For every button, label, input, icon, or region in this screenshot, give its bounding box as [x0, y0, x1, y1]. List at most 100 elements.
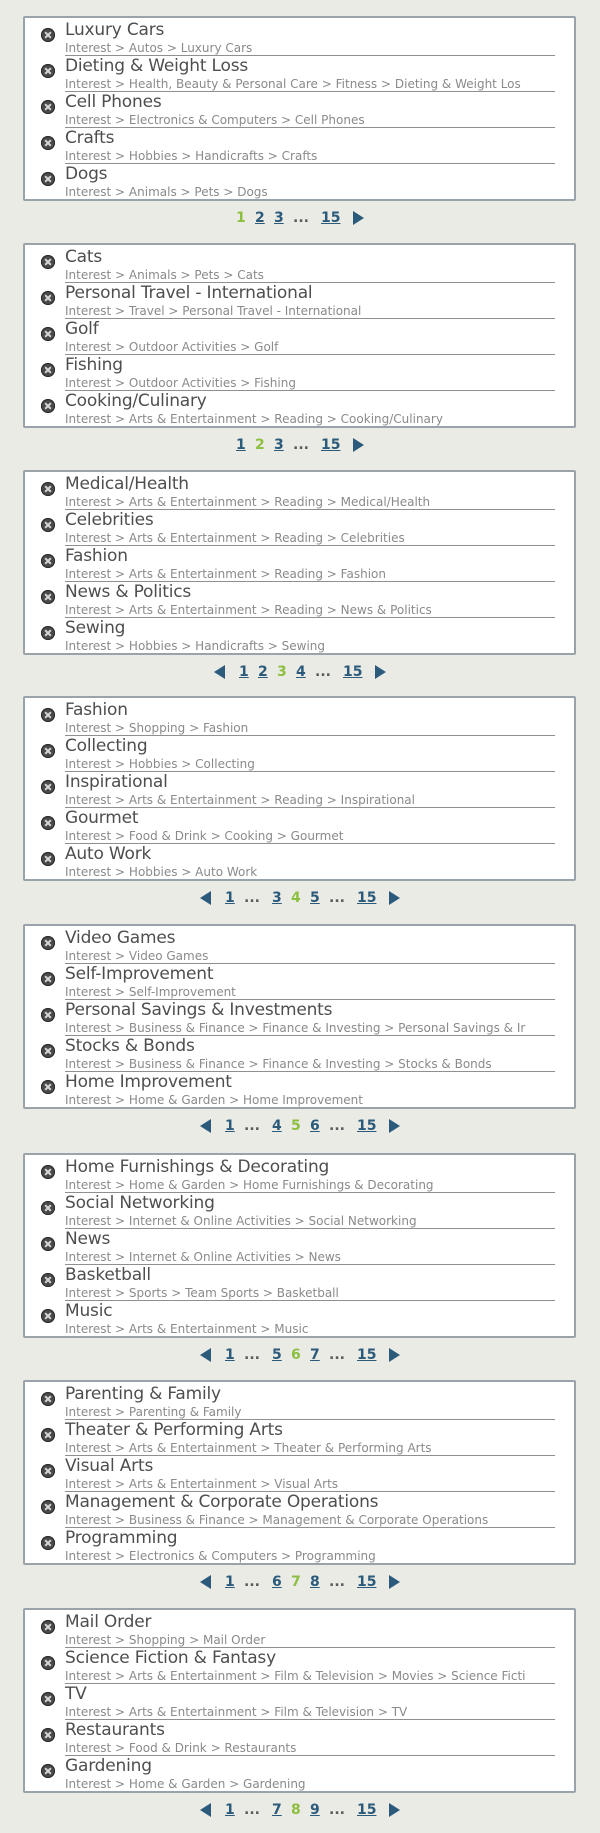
- interest-title: Self-Improvement: [65, 964, 214, 984]
- page-link[interactable]: 9: [310, 1800, 320, 1820]
- interest-title: Home Furnishings & Decorating: [65, 1157, 330, 1177]
- prev-page-arrow-icon[interactable]: [200, 891, 211, 905]
- remove-icon[interactable]: [41, 255, 55, 269]
- remove-icon[interactable]: [41, 1656, 55, 1670]
- remove-icon[interactable]: [41, 136, 55, 150]
- remove-icon[interactable]: [41, 1428, 55, 1442]
- page-link[interactable]: 1: [239, 662, 249, 682]
- page-link[interactable]: 15: [321, 435, 340, 455]
- remove-icon[interactable]: [41, 1044, 55, 1058]
- page-link[interactable]: 1: [225, 1572, 235, 1592]
- page-link[interactable]: 8: [310, 1572, 320, 1592]
- remove-icon[interactable]: [41, 936, 55, 950]
- prev-page-arrow-icon[interactable]: [200, 1575, 211, 1589]
- interest-breadcrumb: Interest > Arts & Entertainment > Readin…: [65, 412, 443, 426]
- prev-page-arrow-icon[interactable]: [200, 1119, 211, 1133]
- page-link[interactable]: 3: [272, 888, 282, 908]
- remove-icon[interactable]: [41, 28, 55, 42]
- remove-icon[interactable]: [41, 64, 55, 78]
- interest-breadcrumb: Interest > Hobbies > Handicrafts > Craft…: [65, 149, 555, 164]
- remove-icon[interactable]: [41, 1536, 55, 1550]
- remove-icon[interactable]: [41, 972, 55, 986]
- remove-icon[interactable]: [41, 1620, 55, 1634]
- interest-breadcrumb: Interest > Outdoor Activities > Fishing: [65, 376, 555, 391]
- page-link[interactable]: 7: [310, 1345, 320, 1365]
- page-link[interactable]: 2: [255, 208, 265, 228]
- page-link[interactable]: 15: [343, 662, 362, 682]
- remove-icon[interactable]: [41, 1165, 55, 1179]
- interest-title: Stocks & Bonds: [65, 1036, 195, 1056]
- page-link[interactable]: 3: [274, 208, 284, 228]
- page-link[interactable]: 15: [321, 208, 340, 228]
- remove-icon[interactable]: [41, 1500, 55, 1514]
- page-link[interactable]: 15: [357, 888, 376, 908]
- page-link[interactable]: 4: [296, 662, 306, 682]
- remove-icon[interactable]: [41, 816, 55, 830]
- remove-icon[interactable]: [41, 291, 55, 305]
- remove-icon[interactable]: [41, 744, 55, 758]
- remove-icon[interactable]: [41, 590, 55, 604]
- remove-icon[interactable]: [41, 1464, 55, 1478]
- remove-icon[interactable]: [41, 1008, 55, 1022]
- page-link[interactable]: 1: [225, 1116, 235, 1136]
- remove-icon[interactable]: [41, 708, 55, 722]
- page-link[interactable]: 6: [310, 1116, 320, 1136]
- page-link[interactable]: 5: [310, 888, 320, 908]
- remove-icon[interactable]: [41, 780, 55, 794]
- remove-icon[interactable]: [41, 852, 55, 866]
- page-link[interactable]: 5: [272, 1345, 282, 1365]
- remove-icon[interactable]: [41, 1392, 55, 1406]
- page-ellipsis: ...: [329, 1802, 345, 1818]
- interest-item: Medical/Health Interest > Arts & Entertai…: [25, 474, 574, 510]
- remove-icon[interactable]: [41, 172, 55, 186]
- remove-icon[interactable]: [41, 1728, 55, 1742]
- prev-page-arrow-icon[interactable]: [200, 1348, 211, 1362]
- interest-title: Dogs: [65, 164, 108, 184]
- next-page-arrow-icon[interactable]: [389, 1348, 400, 1362]
- remove-icon[interactable]: [41, 518, 55, 532]
- prev-page-arrow-icon[interactable]: [214, 665, 225, 679]
- remove-icon[interactable]: [41, 363, 55, 377]
- remove-icon[interactable]: [41, 626, 55, 640]
- interest-breadcrumb: Interest > Business & Finance > Finance …: [65, 1021, 555, 1036]
- prev-page-arrow-icon[interactable]: [200, 1803, 211, 1817]
- remove-icon[interactable]: [41, 1237, 55, 1251]
- current-page: 6: [291, 1347, 301, 1363]
- remove-icon[interactable]: [41, 327, 55, 341]
- next-page-arrow-icon[interactable]: [375, 665, 386, 679]
- remove-icon[interactable]: [41, 1080, 55, 1094]
- remove-icon[interactable]: [41, 100, 55, 114]
- page-link[interactable]: 15: [357, 1345, 376, 1365]
- page-link[interactable]: 2: [258, 662, 268, 682]
- remove-icon[interactable]: [41, 399, 55, 413]
- next-page-arrow-icon[interactable]: [353, 211, 364, 225]
- remove-icon[interactable]: [41, 1692, 55, 1706]
- interest-title: Crafts: [65, 128, 115, 148]
- interest-item: Gourmet Interest > Food & Drink > Cooking…: [25, 808, 574, 844]
- page-link[interactable]: 1: [236, 435, 246, 455]
- next-page-arrow-icon[interactable]: [389, 1803, 400, 1817]
- remove-icon[interactable]: [41, 482, 55, 496]
- page-link[interactable]: 7: [272, 1800, 282, 1820]
- remove-icon[interactable]: [41, 1764, 55, 1778]
- next-page-arrow-icon[interactable]: [389, 1119, 400, 1133]
- page-link[interactable]: 1: [225, 1800, 235, 1820]
- page-link[interactable]: 4: [272, 1116, 282, 1136]
- page-link[interactable]: 1: [225, 888, 235, 908]
- next-page-arrow-icon[interactable]: [389, 1575, 400, 1589]
- next-page-arrow-icon[interactable]: [353, 438, 364, 452]
- remove-icon[interactable]: [41, 1309, 55, 1323]
- page-link[interactable]: 6: [272, 1572, 282, 1592]
- page-link[interactable]: 15: [357, 1800, 376, 1820]
- interest-panel: Mail Order Interest > Shopping > Mail Ord…: [23, 1608, 576, 1793]
- page-link[interactable]: 1: [225, 1345, 235, 1365]
- remove-icon[interactable]: [41, 554, 55, 568]
- page-link[interactable]: 15: [357, 1572, 376, 1592]
- remove-icon[interactable]: [41, 1201, 55, 1215]
- interest-item: Crafts Interest > Hobbies > Handicrafts >…: [25, 128, 574, 164]
- current-page: 4: [291, 890, 301, 906]
- remove-icon[interactable]: [41, 1273, 55, 1287]
- page-link[interactable]: 3: [274, 435, 284, 455]
- page-link[interactable]: 15: [357, 1116, 376, 1136]
- next-page-arrow-icon[interactable]: [389, 891, 400, 905]
